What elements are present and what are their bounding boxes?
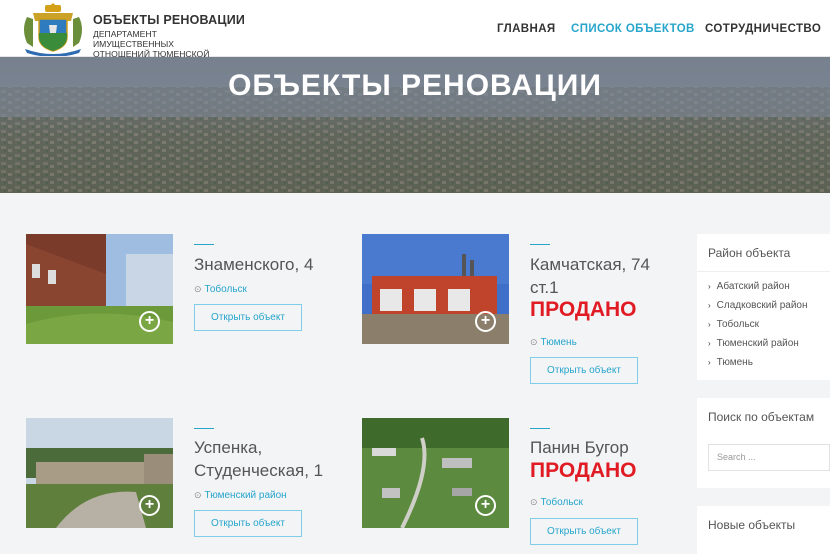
open-preview-icon[interactable]: +	[475, 495, 496, 516]
chevron-right-icon: ›	[708, 301, 711, 310]
coat-of-arms-logo[interactable]	[19, 3, 87, 56]
divider	[194, 244, 214, 245]
site-header: ОБЪЕКТЫ РЕНОВАЦИИ ДЕПАРТАМЕНТ ИМУЩЕСТВЕН…	[0, 0, 830, 69]
location-text: Тюмень	[540, 337, 577, 348]
chevron-right-icon: ›	[708, 358, 711, 367]
open-preview-icon[interactable]: +	[139, 495, 160, 516]
object-location[interactable]: ⊙ Тобольск	[530, 497, 583, 508]
district-link[interactable]: › Сладковский район	[708, 300, 808, 311]
open-object-button[interactable]: Открыть объект	[530, 357, 638, 384]
nav-objects-list[interactable]: СПИСОК ОБЪЕКТОВ	[571, 23, 695, 35]
nav-home[interactable]: ГЛАВНАЯ	[497, 23, 556, 35]
nav-cooperation[interactable]: СОТРУДНИЧЕСТВО	[705, 23, 821, 35]
object-location[interactable]: ⊙ Тюмень	[530, 337, 577, 348]
new-objects-widget: Новые объекты	[697, 506, 830, 554]
district-label: Абатский район	[716, 281, 790, 292]
location-text: Тобольск	[540, 497, 583, 508]
brand-title[interactable]: ОБЪЕКТЫ РЕНОВАЦИИ	[93, 13, 245, 27]
object-title[interactable]: Панин Бугор	[530, 436, 629, 459]
map-pin-icon: ⊙	[530, 337, 538, 347]
widget-title: Новые объекты	[708, 518, 796, 532]
district-filter-widget: Район объекта › Абатский район › Сладковск…	[697, 234, 830, 380]
open-preview-icon[interactable]: +	[475, 311, 496, 332]
divider	[194, 428, 214, 429]
open-object-button[interactable]: Открыть объект	[530, 518, 638, 545]
search-input[interactable]: Search ...	[708, 444, 830, 471]
map-pin-icon: ⊙	[194, 490, 202, 500]
sold-badge: ПРОДАНО	[530, 459, 637, 482]
object-thumbnail[interactable]: +	[362, 234, 509, 344]
open-object-button[interactable]: Открыть объект	[194, 510, 302, 537]
widget-title: Поиск по объектам	[708, 410, 815, 424]
district-label: Сладковский район	[716, 300, 808, 311]
location-text: Тобольск	[204, 284, 247, 295]
object-location[interactable]: ⊙ Тюменский район	[194, 490, 287, 501]
map-pin-icon: ⊙	[194, 284, 202, 294]
chevron-right-icon: ›	[708, 339, 711, 348]
district-link[interactable]: › Тюменский район	[708, 338, 799, 349]
search-widget: Поиск по объектам Search ...	[697, 398, 830, 488]
object-location[interactable]: ⊙ Тобольск	[194, 284, 247, 295]
brand-subtitle-line: ДЕПАРТАМЕНТ ИМУЩЕСТВЕННЫХ	[93, 29, 174, 49]
page-title: ОБЪЕКТЫ РЕНОВАЦИИ	[228, 69, 602, 102]
hero-banner: ОБЪЕКТЫ РЕНОВАЦИИ	[0, 57, 830, 193]
open-preview-icon[interactable]: +	[139, 311, 160, 332]
district-label: Тюменский район	[716, 338, 799, 349]
object-title[interactable]: Знаменского, 4	[194, 253, 313, 276]
object-title[interactable]: Успенка,	[194, 436, 262, 459]
divider	[530, 244, 550, 245]
object-title-line2[interactable]: ст.1	[530, 276, 559, 299]
object-thumbnail[interactable]: +	[26, 234, 173, 344]
open-object-button[interactable]: Открыть объект	[194, 304, 302, 331]
object-thumbnail[interactable]: +	[362, 418, 509, 528]
object-title-line2[interactable]: Студенческая, 1	[194, 459, 323, 482]
district-link[interactable]: › Тюмень	[708, 357, 753, 368]
map-pin-icon: ⊙	[530, 497, 538, 507]
chevron-right-icon: ›	[708, 282, 711, 291]
divider	[530, 428, 550, 429]
sold-badge: ПРОДАНО	[530, 298, 637, 321]
divider	[697, 271, 830, 272]
district-label: Тюмень	[716, 357, 753, 368]
object-title[interactable]: Камчатская, 74	[530, 253, 650, 276]
location-text: Тюменский район	[204, 490, 287, 501]
district-link[interactable]: › Тобольск	[708, 319, 759, 330]
chevron-right-icon: ›	[708, 320, 711, 329]
widget-title: Район объекта	[708, 246, 791, 260]
district-label: Тобольск	[716, 319, 760, 330]
district-link[interactable]: › Абатский район	[708, 281, 790, 292]
object-thumbnail[interactable]: +	[26, 418, 173, 528]
